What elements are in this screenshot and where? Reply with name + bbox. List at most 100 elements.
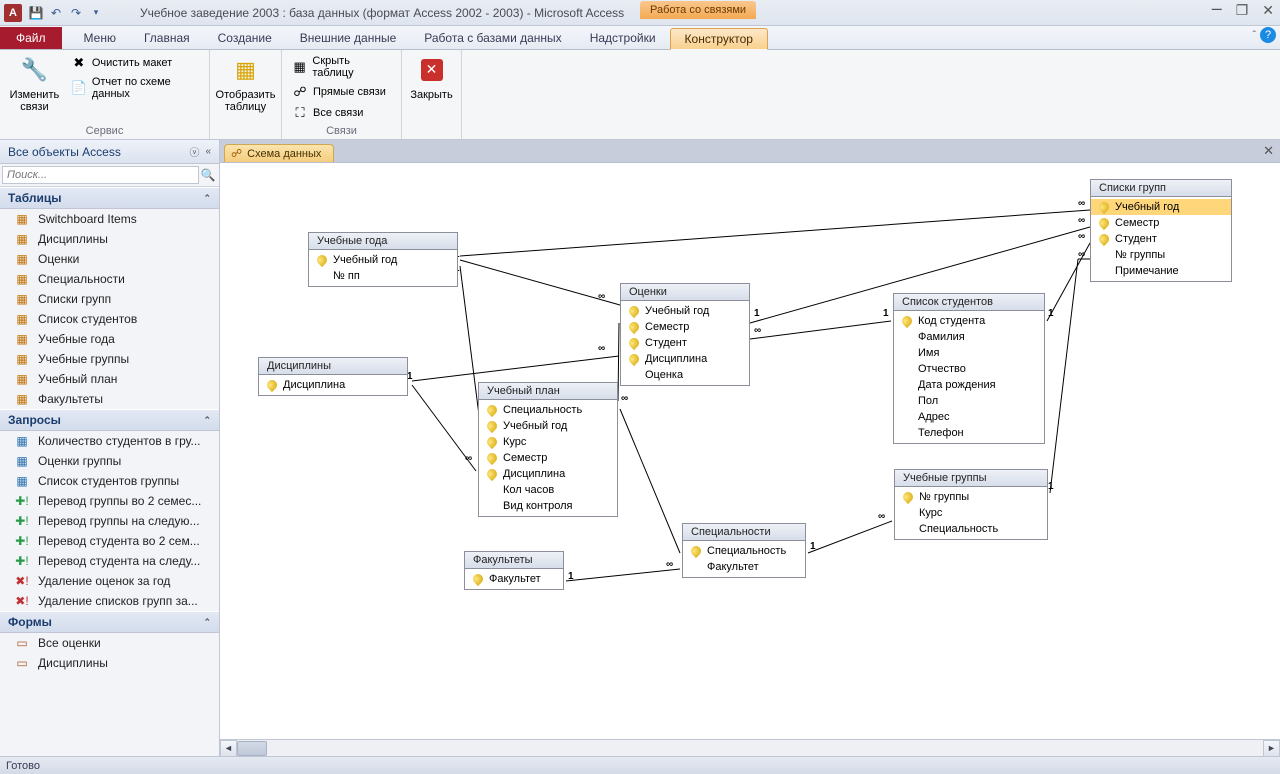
document-close-icon[interactable]: ✕ xyxy=(1263,143,1274,159)
all-relationships-button[interactable]: ⛶Все связи xyxy=(290,104,393,122)
table-field[interactable]: Семестр xyxy=(479,450,617,466)
nav-item-query[interactable]: ✖!Удаление оценок за год xyxy=(0,571,219,591)
nav-item-query[interactable]: ▦Список студентов группы xyxy=(0,471,219,491)
table-node-faculties[interactable]: Факультеты Факультет xyxy=(464,551,564,590)
scroll-right-icon[interactable]: ► xyxy=(1263,740,1280,757)
nav-item-query[interactable]: ✚!Перевод студента на следу... xyxy=(0,551,219,571)
tab-design[interactable]: Конструктор xyxy=(670,28,768,50)
table-field[interactable]: Факультет xyxy=(683,559,805,575)
nav-item-table[interactable]: ▦Дисциплины xyxy=(0,229,219,249)
table-field[interactable]: Курс xyxy=(479,434,617,450)
collapse-ribbon-icon[interactable]: ˆ xyxy=(1253,30,1256,41)
nav-item-table[interactable]: ▦Факультеты xyxy=(0,389,219,409)
table-field[interactable]: Адрес xyxy=(894,409,1044,425)
table-field[interactable]: Оценка xyxy=(621,367,749,383)
direct-relationships-button[interactable]: ☍Прямые связи xyxy=(290,83,393,101)
nav-category-queries[interactable]: Запросы⌃ xyxy=(0,409,219,431)
nav-item-table[interactable]: ▦Учебный план xyxy=(0,369,219,389)
table-field[interactable]: Код студента xyxy=(894,313,1044,329)
nav-item-form[interactable]: ▭Дисциплины xyxy=(0,653,219,673)
table-field[interactable]: Дисциплина xyxy=(621,351,749,367)
nav-item-form[interactable]: ▭Все оценки xyxy=(0,633,219,653)
table-field[interactable]: Дата рождения xyxy=(894,377,1044,393)
table-node-students[interactable]: Список студентов Код студентаФамилияИмяО… xyxy=(893,293,1045,444)
save-icon[interactable]: 💾 xyxy=(28,5,44,21)
tab-menu[interactable]: Меню xyxy=(70,27,130,49)
table-field[interactable]: Отчество xyxy=(894,361,1044,377)
nav-item-query[interactable]: ✖!Удаление списков групп за... xyxy=(0,591,219,611)
nav-item-table[interactable]: ▦Список студентов xyxy=(0,309,219,329)
horizontal-scrollbar[interactable]: ◄ ► xyxy=(220,739,1280,756)
table-field[interactable]: Дисциплина xyxy=(479,466,617,482)
hide-table-button[interactable]: ▦Скрыть таблицу xyxy=(290,54,393,80)
nav-category-tables[interactable]: Таблицы⌃ xyxy=(0,187,219,209)
table-field[interactable]: № пп xyxy=(309,268,457,284)
nav-header[interactable]: Все объекты Access ⓥ « xyxy=(0,140,219,164)
table-field[interactable]: Дисциплина xyxy=(259,377,407,393)
table-field[interactable]: Учебный год xyxy=(621,303,749,319)
table-field[interactable]: Учебный год xyxy=(479,418,617,434)
nav-item-table[interactable]: ▦Оценки xyxy=(0,249,219,269)
nav-item-query[interactable]: ✚!Перевод группы во 2 семес... xyxy=(0,491,219,511)
search-input[interactable] xyxy=(2,166,199,184)
table-field[interactable]: Студент xyxy=(1091,231,1231,247)
nav-collapse-icon[interactable]: « xyxy=(205,146,211,157)
table-field[interactable]: Студент xyxy=(621,335,749,351)
table-field[interactable]: № группы xyxy=(1091,247,1231,263)
table-field[interactable]: Специальность xyxy=(683,543,805,559)
table-field[interactable]: № группы xyxy=(895,489,1047,505)
table-node-plan[interactable]: Учебный план СпециальностьУчебный годКур… xyxy=(478,382,618,517)
tab-file[interactable]: Файл xyxy=(0,27,62,49)
redo-icon[interactable]: ↷ xyxy=(68,5,84,21)
table-field[interactable]: Телефон xyxy=(894,425,1044,441)
restore-icon[interactable]: ❐ xyxy=(1236,2,1249,23)
edit-relationships-button[interactable]: 🔧 Изменить связи xyxy=(8,54,61,113)
nav-item-table[interactable]: ▦Списки групп xyxy=(0,289,219,309)
close-button[interactable]: ✕ Закрыть xyxy=(403,54,461,101)
table-node-group-lists[interactable]: Списки групп Учебный годСеместрСтудент№ … xyxy=(1090,179,1232,282)
table-field[interactable]: Факультет xyxy=(465,571,563,587)
nav-item-query[interactable]: ▦Количество студентов в гру... xyxy=(0,431,219,451)
table-node-grades[interactable]: Оценки Учебный годСеместрСтудентДисципли… xyxy=(620,283,750,386)
table-field[interactable]: Учебный год xyxy=(309,252,457,268)
nav-item-query[interactable]: ✚!Перевод студента во 2 сем... xyxy=(0,531,219,551)
undo-icon[interactable]: ↶ xyxy=(48,5,64,21)
relationships-canvas[interactable]: 1 ∞ 1 ∞ ∞ ∞ ∞ ∞ 1 ∞ ∞ ∞ 1 ∞ 1 ∞ 1 ∞ 1 1 xyxy=(220,162,1280,739)
tab-create[interactable]: Создание xyxy=(204,27,286,49)
document-tab-schema[interactable]: ☍ Схема данных xyxy=(224,144,334,162)
relationship-report-button[interactable]: 📄Отчет по схеме данных xyxy=(69,75,201,101)
nav-item-table[interactable]: ▦Учебные года xyxy=(0,329,219,349)
table-field[interactable]: Специальность xyxy=(479,402,617,418)
nav-menu-dropdown-icon[interactable]: ⓥ xyxy=(189,144,199,159)
close-window-icon[interactable]: ✕ xyxy=(1262,2,1274,23)
show-table-button[interactable]: ▦ Отобразить таблицу xyxy=(217,54,275,113)
table-field[interactable]: Курс xyxy=(895,505,1047,521)
table-field[interactable]: Имя xyxy=(894,345,1044,361)
tab-database-tools[interactable]: Работа с базами данных xyxy=(410,27,575,49)
tab-home[interactable]: Главная xyxy=(130,27,204,49)
scroll-left-icon[interactable]: ◄ xyxy=(220,740,237,757)
table-field[interactable]: Специальность xyxy=(895,521,1047,537)
table-node-specialties[interactable]: Специальности СпециальностьФакультет xyxy=(682,523,806,578)
table-node-groups[interactable]: Учебные группы № группыКурсСпециальность xyxy=(894,469,1048,540)
table-field[interactable]: Кол часов xyxy=(479,482,617,498)
table-field[interactable]: Фамилия xyxy=(894,329,1044,345)
scroll-thumb[interactable] xyxy=(237,741,267,756)
nav-item-table[interactable]: ▦Учебные группы xyxy=(0,349,219,369)
qat-customize-icon[interactable]: ▾ xyxy=(88,5,104,21)
nav-item-query[interactable]: ✚!Перевод группы на следую... xyxy=(0,511,219,531)
table-field[interactable]: Семестр xyxy=(621,319,749,335)
tab-addins[interactable]: Надстройки xyxy=(576,27,670,49)
help-icon[interactable]: ? xyxy=(1260,27,1276,43)
table-node-disciplines[interactable]: Дисциплины Дисциплина xyxy=(258,357,408,396)
table-node-years[interactable]: Учебные года Учебный год№ пп xyxy=(308,232,458,287)
table-field[interactable]: Вид контроля xyxy=(479,498,617,514)
table-field[interactable]: Примечание xyxy=(1091,263,1231,279)
nav-category-forms[interactable]: Формы⌃ xyxy=(0,611,219,633)
search-icon[interactable]: 🔍 xyxy=(199,166,217,184)
minimize-icon[interactable]: – xyxy=(1212,0,1222,19)
nav-item-table[interactable]: ▦Switchboard Items xyxy=(0,209,219,229)
nav-item-table[interactable]: ▦Специальности xyxy=(0,269,219,289)
tab-external-data[interactable]: Внешние данные xyxy=(286,27,411,49)
table-field[interactable]: Семестр xyxy=(1091,215,1231,231)
